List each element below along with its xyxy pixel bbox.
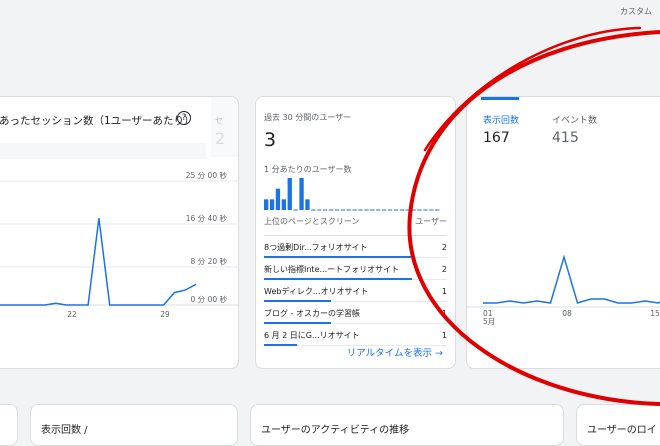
series-line [483, 254, 660, 304]
bar [299, 178, 304, 210]
bar [281, 199, 286, 210]
bar [387, 209, 393, 211]
card-title: あったセッション数（1ユーザーあたり） [0, 115, 195, 127]
top-right-label: カスタム [620, 7, 652, 16]
bar [305, 199, 310, 210]
bottom-card: ユーザーのロイ [576, 404, 660, 446]
tab-events[interactable]: イベント数 [552, 113, 597, 126]
bar [393, 209, 399, 211]
x-tick-label: 29 [160, 310, 170, 319]
bottom-card-label: ユーザーのアクティビティの推移 [261, 425, 410, 436]
top-pages-table: 上位のページとスクリーン ユーザー 8つ過剰Dir...フォリオサイト 2 新し… [264, 216, 447, 346]
bar [346, 209, 351, 211]
bar [334, 209, 340, 211]
bar [411, 209, 416, 211]
bottom-card: ユーザーのアクティビティの推移 [250, 404, 564, 446]
page-name: 新しい指標Inte...ートフォリオサイト [264, 257, 413, 280]
table-row[interactable]: Webディレク...オリオサイト 1 [264, 279, 447, 302]
bottom-card: 表示回数 / [30, 404, 238, 446]
engaged-sessions-card: あったセッション数（1ユーザーあたり） ? セ 2 25 分 00 秒 16 分… [0, 96, 239, 369]
page-name: Webディレク...オリオサイト [264, 279, 413, 302]
arrow-right-icon: → [435, 348, 443, 359]
page-name: ブログ - オスカーの学習帳 [264, 301, 413, 324]
user-count: 1 [412, 279, 447, 302]
bar [429, 209, 434, 211]
events-value: 415 [552, 130, 579, 146]
column-header-page: 上位のページとスクリーン [264, 216, 413, 236]
bar [317, 209, 322, 211]
page-name: 6 月 2 日にG...リオサイト [264, 323, 413, 346]
view-realtime-link[interactable]: リアルタイムを表示 → [347, 345, 443, 359]
page-name: 8つ過剰Dir...フォリオサイト [264, 235, 413, 258]
per-minute-bar-chart [264, 178, 440, 211]
partial-metric-label: セ [215, 116, 223, 125]
bar [323, 209, 328, 211]
realtime-title: 過去 30 分間のユーザー [264, 113, 352, 122]
bar [275, 188, 281, 210]
bar [370, 209, 375, 211]
bar [405, 209, 410, 211]
bar [328, 209, 334, 211]
bottom-card-label: ユーザーのロイ [587, 425, 657, 436]
realtime-value: 3 [264, 129, 277, 151]
per-minute-label: 1 分あたりのユーザー数 [264, 165, 352, 174]
bar [269, 199, 275, 210]
bar [311, 209, 316, 211]
realtime-users-card: 過去 30 分間のユーザー 3 1 分あたりのユーザー数 上位のページとスクリー… [255, 96, 456, 369]
bar [399, 209, 404, 211]
partial-metric: セ 2 [211, 97, 238, 157]
bar [293, 209, 298, 211]
table-row[interactable]: 6 月 2 日にG...リオサイト 1 [264, 323, 447, 346]
column-header-users: ユーザー [412, 216, 447, 236]
bar [423, 209, 428, 211]
gridlines [0, 180, 238, 306]
bottom-card-label: 表示回数 / [41, 425, 88, 436]
user-count: 2 [412, 235, 447, 258]
bar [435, 209, 440, 211]
views-line-chart: 01 5月 08 15 [467, 254, 660, 326]
help-icon[interactable]: ? [177, 111, 191, 125]
bar [352, 209, 357, 211]
partial-metric-value: 2 [215, 129, 226, 148]
bar [376, 209, 381, 211]
series-line [0, 218, 197, 306]
bar [382, 209, 387, 211]
views-events-card: 表示回数 167 イベント数 415 01 5月 08 15 [466, 96, 660, 369]
bar [264, 199, 269, 210]
y-tick-label: 16 分 40 秒 [186, 213, 228, 223]
x-tick-label: 08 [562, 309, 572, 318]
user-count: 1 [412, 323, 447, 346]
bar [417, 209, 422, 211]
user-count: 1 [412, 301, 447, 324]
table-row[interactable]: ブログ - オスカーの学習帳 1 [264, 301, 447, 324]
bottom-card [0, 404, 18, 446]
x-tick-label: 15 [650, 309, 660, 318]
table-row[interactable]: 8つ過剰Dir...フォリオサイト 2 [264, 235, 447, 258]
x-tick-label: 22 [67, 310, 77, 319]
active-tab-indicator [481, 97, 519, 100]
user-count: 2 [412, 257, 447, 280]
row-bar [264, 344, 297, 346]
bar [364, 209, 369, 211]
bar [340, 209, 345, 211]
tab-views[interactable]: 表示回数 [483, 113, 519, 126]
table-row[interactable]: 新しい指標Inte...ートフォリオサイト 2 [264, 257, 447, 280]
bar [287, 178, 292, 210]
y-tick-label: 25 分 00 秒 [186, 170, 228, 180]
y-tick-label: 8 分 20 秒 [191, 256, 228, 266]
session-duration-line-chart: 25 分 00 秒 16 分 40 秒 8 分 20 秒 0 分 00 秒 22… [0, 170, 238, 319]
x-tick-label: 5月 [483, 317, 495, 326]
bar [358, 209, 363, 211]
y-tick-label: 0 分 00 秒 [191, 294, 228, 304]
views-value: 167 [483, 130, 510, 146]
